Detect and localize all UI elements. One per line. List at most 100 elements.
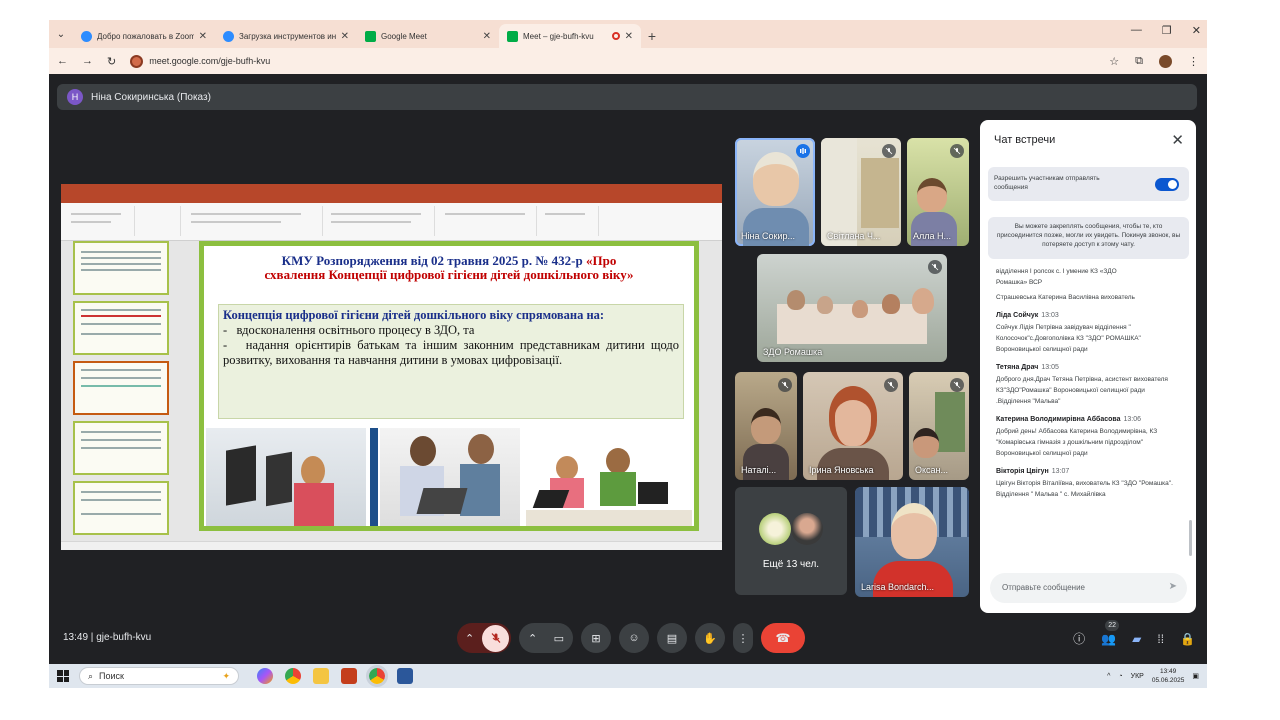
url-field[interactable]: meet.google.com/gje-bufh-kvu [130, 54, 1095, 68]
profile-avatar[interactable] [1159, 54, 1172, 68]
chat-message: Тетяна Драч 13:05 Доброго дня.Драч Тетяна… [996, 364, 1176, 407]
close-chat-icon[interactable]: ✕ [1171, 131, 1184, 149]
mic-off-icon [778, 378, 792, 392]
chat-messages[interactable]: відділення І ролсок с. І умение КЗ «ЗДО … [996, 266, 1176, 562]
browser-tab-active[interactable]: Meet – gje-bufh-kvu ✕ [499, 24, 641, 48]
raise-hand-button[interactable]: ✋ [695, 623, 725, 653]
message-time: 13:07 [1051, 468, 1070, 475]
word-icon[interactable] [397, 668, 413, 684]
copilot-icon[interactable] [257, 668, 273, 684]
captions-button[interactable]: ▤ [657, 623, 687, 653]
participant-name: Оксан... [915, 465, 949, 475]
mic-off-icon [482, 624, 509, 652]
taskbar-search[interactable]: ⌕ Поиск ✦ [79, 667, 239, 685]
reload-icon[interactable]: ↻ [107, 55, 116, 68]
chat-icon[interactable]: ▰ [1132, 632, 1141, 646]
side-controls: ⓘ 👥 22 ▰ ⁞⁞ 🔒 [1073, 619, 1195, 647]
chat-message-input[interactable]: Отправьте сообщение ➤ [990, 573, 1187, 603]
hand-icon: ✋ [703, 632, 717, 645]
tab-search-button[interactable]: ⌄ [49, 20, 73, 48]
notifications-icon[interactable]: ▣ [1192, 672, 1199, 680]
chrome-active-icon[interactable] [366, 665, 388, 687]
language-indicator[interactable]: УКР [1131, 673, 1144, 680]
bookmark-star-icon[interactable]: ☆ [1109, 55, 1119, 68]
browser-tab[interactable]: Добро пожаловать в Zoom - Z ✕ [73, 24, 215, 48]
close-icon[interactable]: ✕ [341, 31, 349, 42]
participant-name: ЗДО Ромашка [763, 347, 823, 357]
system-tray: ^ ◔ УКР 13:49 05.06.2025 ▣ [1107, 667, 1199, 685]
site-info-icon[interactable] [130, 54, 144, 68]
participant-name: Larisa Bondarch... [861, 582, 935, 592]
reactions-button[interactable]: ☺ [619, 623, 649, 653]
system-clock[interactable]: 13:49 05.06.2025 [1152, 667, 1185, 685]
send-icon[interactable]: ➤ [1169, 581, 1177, 592]
microphone-button[interactable]: ⌃ [457, 623, 511, 653]
browser-actions: ☆ ⧉ ⋮ [1109, 54, 1199, 68]
chat-message: Вікторія Цвігун 13:07 Цвігун Вікторія Віт… [996, 468, 1176, 500]
activities-icon[interactable]: ⁞⁞ [1157, 632, 1164, 646]
extensions-icon[interactable]: ⧉ [1135, 55, 1143, 68]
chevron-up-icon[interactable]: ⌃ [528, 632, 537, 645]
presenter-label: Ніна Сокиринська (Показ) [91, 91, 211, 103]
chevron-up-icon[interactable]: ⌃ [465, 632, 474, 645]
mic-off-icon [950, 378, 964, 392]
minimize-icon[interactable]: — [1131, 24, 1142, 37]
participant-tile[interactable]: Оксан... [909, 372, 969, 480]
emoji-icon: ☺ [628, 632, 640, 644]
info-icon[interactable]: ⓘ [1073, 630, 1085, 647]
close-icon[interactable]: ✕ [483, 31, 491, 42]
back-icon[interactable]: ← [57, 55, 68, 67]
participant-photo [917, 178, 947, 212]
new-tab-button[interactable]: + [641, 24, 663, 48]
participant-tile[interactable]: Світлана Ч... [821, 138, 901, 246]
forward-icon[interactable]: → [82, 55, 93, 67]
message-author: Тетяна Драч [996, 364, 1039, 371]
slide-photos [204, 428, 694, 526]
browser-tab[interactable]: Google Meet ✕ [357, 24, 499, 48]
chrome-icon[interactable] [285, 668, 301, 684]
chat-scrollbar[interactable] [1189, 520, 1192, 556]
file-explorer-icon[interactable] [313, 668, 329, 684]
presenter-avatar: Н [67, 89, 83, 105]
participant-tile[interactable]: Larisa Bondarch... [855, 487, 969, 597]
people-button[interactable]: 👥 22 [1101, 619, 1120, 646]
chat-info-notice: Вы можете закреплять сообщения, чтобы те… [988, 217, 1189, 259]
browser-menu-icon[interactable]: ⋮ [1188, 55, 1199, 68]
windows-start-icon[interactable] [57, 670, 69, 682]
more-participants-tile[interactable]: Ещё 13 чел. [735, 487, 847, 595]
participant-tile[interactable]: Алла Н... [907, 138, 969, 246]
chat-title: Чат встречи [994, 134, 1056, 146]
present-screen-button[interactable]: ⊞ [581, 623, 611, 653]
message-text: Страшевська Катерина Василівна виховател… [996, 294, 1135, 301]
host-controls-icon[interactable]: 🔒 [1180, 632, 1195, 646]
ppt-titlebar [61, 184, 722, 194]
slide-title: КМУ Розпорядження від 02 травня 2025 р. … [204, 248, 694, 282]
close-window-icon[interactable]: ✕ [1192, 24, 1201, 37]
slide-content-box: Концепція цифрової гігієни дітей дошкіль… [218, 304, 684, 419]
participant-tile[interactable]: Наталі... [735, 372, 797, 480]
participant-tile[interactable]: Ніна Сокир... [735, 138, 815, 246]
close-icon[interactable]: ✕ [625, 31, 633, 42]
participant-tile[interactable]: ЗДО Ромашка [757, 254, 947, 362]
browser-tab[interactable]: Загрузка инструментов интег ✕ [215, 24, 357, 48]
leave-call-button[interactable]: ☎ [761, 623, 805, 653]
more-options-button[interactable]: ⋮ [733, 623, 753, 653]
network-icon[interactable]: ◔ [1118, 673, 1122, 680]
restore-icon[interactable]: ❐ [1162, 24, 1172, 37]
zoom-icon [223, 30, 234, 42]
participant-tile[interactable]: Ірина Яновська [803, 372, 903, 480]
tray-overflow-icon[interactable]: ^ [1107, 673, 1110, 680]
powerpoint-icon[interactable] [341, 668, 357, 684]
slide-title-blue: КМУ Розпорядження від 02 травня 2025 р. … [281, 253, 583, 268]
speaking-indicator-icon [796, 144, 810, 158]
mic-off-icon [884, 378, 898, 392]
participant-avatar [759, 513, 791, 545]
camera-button[interactable]: ⌃ ▭ [519, 623, 573, 653]
allow-messages-toggle[interactable] [1155, 178, 1179, 191]
call-controls: ⌃ ⌃ ▭ ⊞ ☺ ▤ ✋ ⋮ ☎ [457, 623, 805, 653]
presenter-bar: Н Ніна Сокиринська (Показ) [57, 84, 1197, 110]
close-icon[interactable]: ✕ [199, 31, 207, 42]
recording-icon [611, 32, 620, 40]
url-text: meet.google.com/gje-bufh-kvu [149, 56, 271, 66]
slide-thumbnails[interactable] [61, 241, 179, 541]
